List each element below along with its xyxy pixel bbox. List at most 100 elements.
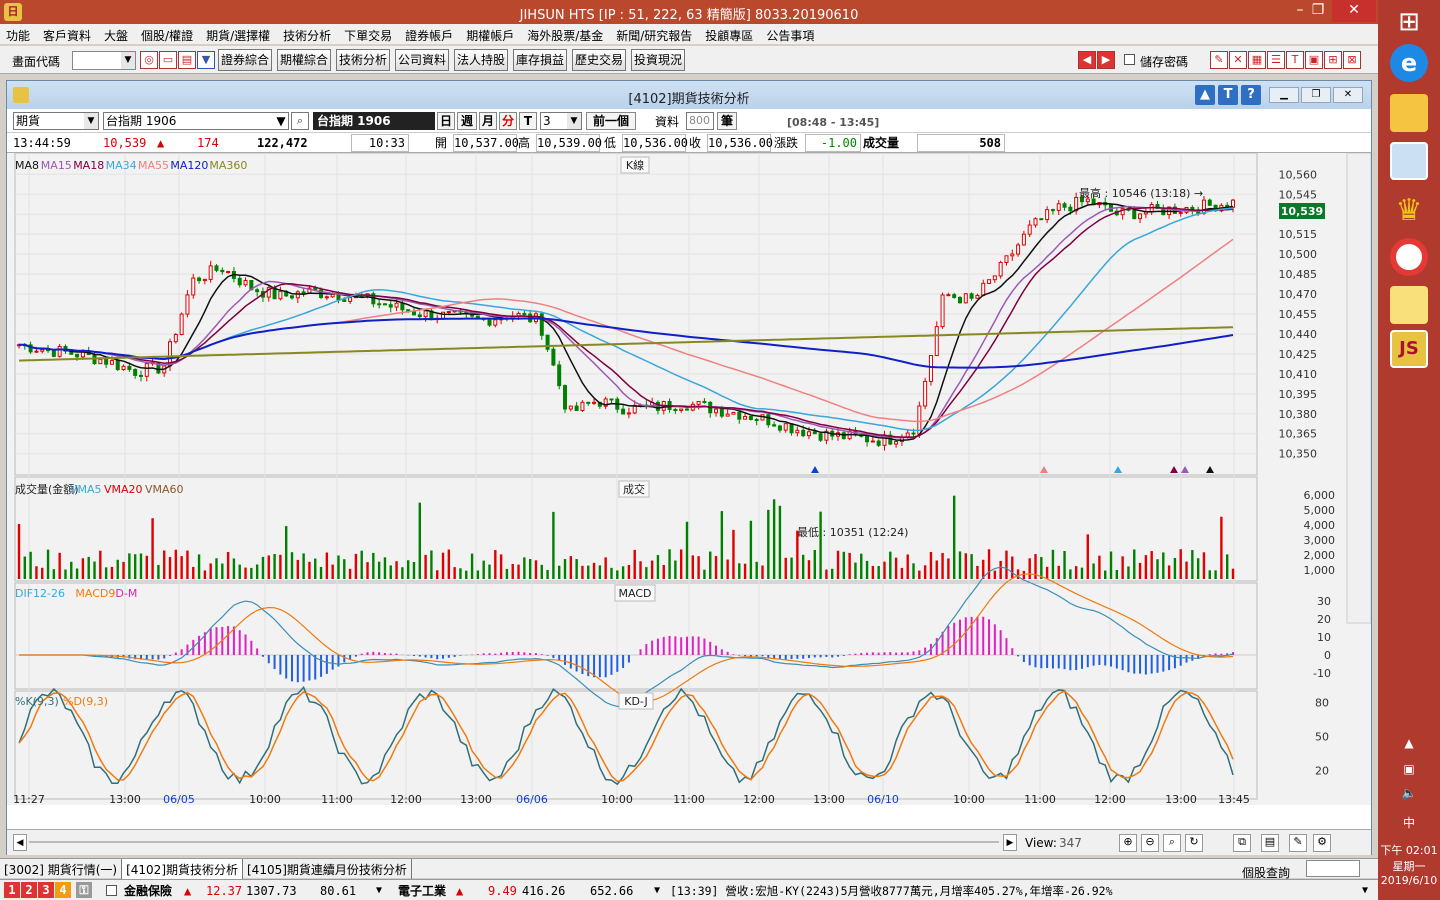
inner-close-button[interactable]: ✕ [1333,87,1363,103]
tool-icon[interactable]: ✎ [1210,51,1228,69]
dropdown-icon[interactable]: ▼ [197,51,215,69]
nav-left-icon[interactable]: ◀ [1078,51,1096,69]
paint-icon[interactable] [1390,142,1428,180]
chrome-icon[interactable] [1390,238,1428,276]
toolbar-button[interactable]: 期權綜合 [277,49,331,71]
copy-icon[interactable]: ⧉ [1233,834,1251,852]
menu-item[interactable]: 下單交易 [338,24,399,44]
horizontal-scrollbar[interactable] [29,841,999,843]
tool-icon[interactable]: T [1286,51,1304,69]
volume-icon[interactable]: 🔈 [1378,786,1440,800]
help-icon[interactable]: ? [1241,85,1261,105]
search-icon[interactable]: ⌕ [291,112,309,130]
page-3-button[interactable]: 3 [38,882,54,898]
menu-item[interactable]: 期權帳戶 [460,24,521,44]
tool-icon[interactable]: ⊞ [1324,51,1342,69]
save-password-checkbox[interactable] [1124,54,1135,65]
tool-icon[interactable]: ⊠ [1343,51,1361,69]
news-ticker[interactable]: [13:39] 營收:宏旭-KY(2243)5月營收8777萬元,月增率405.… [670,883,1350,899]
menu-item[interactable]: 新聞/研究報告 [610,24,699,44]
zoom-in-icon[interactable]: ⊕ [1119,834,1137,852]
search-icon[interactable]: ◎ [140,51,158,69]
text-icon[interactable]: T [1218,85,1238,105]
menu-item[interactable]: 個股/權證 [135,24,200,44]
menu-item[interactable]: 功能 [0,24,37,44]
toolbar-button[interactable]: 公司資料 [395,49,449,71]
volume-bar [709,551,712,579]
up-icon[interactable]: ▲ [1195,85,1215,105]
file-explorer-icon[interactable] [1390,94,1428,132]
contract-select[interactable]: 台指期 1906 ▼ [103,112,289,130]
volume-bar [436,570,439,579]
minute-select[interactable]: 3 ▼ [540,112,582,130]
data-count-input[interactable]: 800 [686,112,714,130]
tray-arrow-icon[interactable]: ▲ [1378,736,1440,750]
lock-icon[interactable]: ⚿ [76,882,92,898]
page-2-button[interactable]: 2 [21,882,37,898]
inner-minimize-button[interactable]: ▁ [1269,87,1299,103]
status-checkbox[interactable] [106,885,117,896]
menu-item[interactable]: 客戶資料 [37,24,98,44]
ime-indicator[interactable]: 中 [1378,814,1440,831]
stock-query-input[interactable] [1306,860,1360,877]
screen-code-input[interactable]: ▼ [72,51,136,70]
zoom-out-icon[interactable]: ⊖ [1141,834,1159,852]
period-week-button[interactable]: 週 [457,112,477,130]
toolbar-button[interactable]: 技術分析 [336,49,390,71]
menu-item[interactable]: 技術分析 [277,24,338,44]
close-button[interactable]: ✕ [1332,0,1376,22]
chart-area[interactable]: 10,56010,54510,53010,51510,50010,48510,4… [7,152,1372,806]
dropdown-icon[interactable]: ▼ [376,883,382,899]
period-minute-button[interactable]: 分 [499,112,517,130]
scroll-right-button[interactable]: ▶ [1003,834,1017,851]
type-select[interactable]: 期貨 ▼ [13,112,99,130]
prev-button[interactable]: 前一個 [586,112,636,130]
y-tick-label: 10,365 [1279,428,1318,441]
layout-icon[interactable]: ▤ [1261,834,1279,852]
dropdown-icon[interactable]: ▼ [1362,883,1368,899]
tab-4105[interactable]: [4105]期貨連續月份技術分析 [243,859,412,880]
period-tick-button[interactable]: T [519,112,537,130]
menu-item[interactable]: 投顧專區 [699,24,760,44]
search-icon[interactable]: ⌕ [1163,834,1181,852]
toolbar-button[interactable]: 法人持股 [454,49,508,71]
period-day-button[interactable]: 日 [437,112,455,130]
inner-restore-button[interactable]: ❐ [1301,87,1331,103]
volume-bar [418,502,421,579]
tool-icon[interactable]: ▣ [1305,51,1323,69]
page-1-button[interactable]: 1 [4,882,20,898]
tab-3002[interactable]: [3002] 期貨行情(一) [0,859,123,880]
menu-item[interactable]: 期貨/選擇權 [200,24,277,44]
refresh-icon[interactable]: ↻ [1185,834,1203,852]
nav-right-icon[interactable]: ▶ [1097,51,1115,69]
tool-icon[interactable]: ✕ [1229,51,1247,69]
jihsun-app-icon[interactable]: JS [1390,330,1428,368]
menu-item[interactable]: 公告事項 [760,24,821,44]
menu-item[interactable]: 大盤 [98,24,135,44]
toolbar-button[interactable]: 投資現況 [631,49,685,71]
page-4-button[interactable]: 4 [55,882,71,898]
toolbar-button[interactable]: 證券綜合 [218,49,272,71]
maximize-button[interactable]: ❐ [1304,0,1332,22]
ie-browser-icon[interactable]: e [1390,44,1428,82]
tab-4102[interactable]: [4102]期貨技術分析 [122,859,243,880]
toolbar-button[interactable]: 庫存損益 [513,49,567,71]
pen-icon[interactable]: ✎ [1289,834,1307,852]
scroll-left-button[interactable]: ◀ [13,834,27,851]
print-icon[interactable]: ▤ [178,51,196,69]
tool-icon[interactable]: ▦ [1248,51,1266,69]
menu-item[interactable]: 海外股票/基金 [521,24,610,44]
menu-item[interactable]: 證券帳戶 [399,24,460,44]
network-icon[interactable]: ▣ [1378,762,1440,776]
data-unit-button[interactable]: 筆 [717,112,737,130]
gear-icon[interactable]: ⚙ [1313,834,1331,852]
tool-icon[interactable]: ☰ [1267,51,1285,69]
windows-start-icon[interactable]: ⊞ [1390,4,1428,42]
period-month-button[interactable]: 月 [479,112,497,130]
crown-icon[interactable]: ♛ [1390,192,1428,230]
toolbar-button[interactable]: 歷史交易 [572,49,626,71]
clock-time[interactable]: 下午 02:01 [1378,842,1440,858]
dropdown-icon[interactable]: ▼ [654,883,660,899]
window-icon[interactable]: ▭ [159,51,177,69]
sticky-notes-icon[interactable] [1390,286,1428,324]
